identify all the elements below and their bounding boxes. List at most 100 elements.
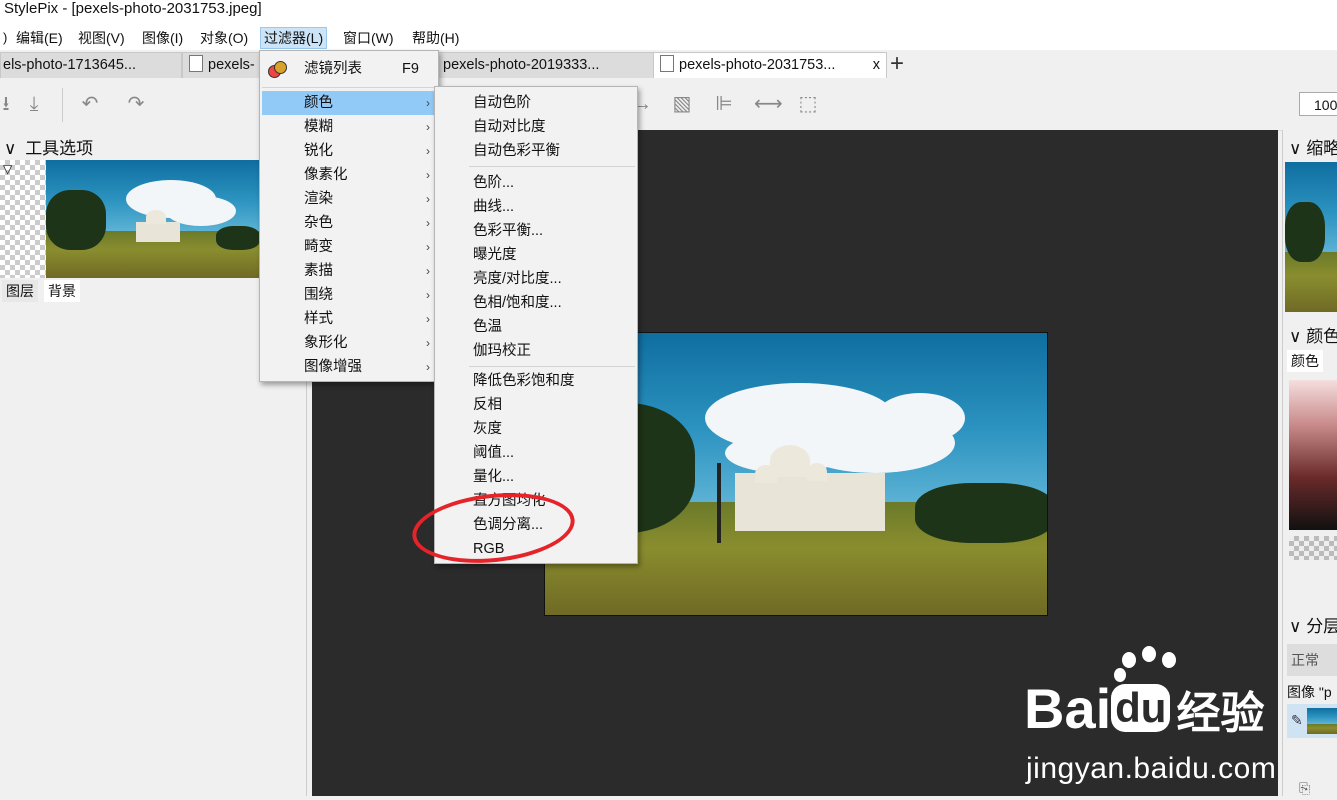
submenu-arrow-icon: › xyxy=(426,96,430,110)
new-layer-icon[interactable]: ⎘ xyxy=(1299,780,1310,797)
tab-document-3[interactable]: pexels-photo-2019333... xyxy=(436,52,658,79)
submenu-item-hue-saturation[interactable]: 色相/饱和度... xyxy=(437,291,635,315)
collapse-chevron-icon[interactable]: ∨ xyxy=(1289,139,1301,158)
submenu-arrow-icon: › xyxy=(426,192,430,206)
submenu-arrow-icon: › xyxy=(426,216,430,230)
add-tab-icon[interactable]: + xyxy=(890,52,904,76)
redo-icon[interactable]: ↷ xyxy=(124,92,148,116)
submenu-item-threshold[interactable]: 阈值... xyxy=(437,441,635,465)
submenu-arrow-icon: › xyxy=(426,240,430,254)
layer-row[interactable]: ✎ xyxy=(1287,704,1337,738)
tab-close-icon[interactable]: x xyxy=(873,53,880,77)
shortcut-label: F9 xyxy=(402,61,419,77)
open-icon[interactable]: ⭳ xyxy=(0,92,18,116)
filter-dropdown-icon[interactable]: ▽ xyxy=(3,162,12,176)
save-icon[interactable]: ⤓ xyxy=(22,92,46,116)
menu-item-noise[interactable]: 杂色 › xyxy=(262,211,436,235)
collapse-chevron-icon[interactable]: ∨ xyxy=(1289,617,1301,636)
submenu-item-color-balance[interactable]: 色彩平衡... xyxy=(437,219,635,243)
tab-label: pexels-photo-2031753... xyxy=(679,57,836,73)
color-balls-icon xyxy=(268,61,287,79)
submenu-arrow-icon: › xyxy=(426,312,430,326)
menu-window[interactable]: 窗口(W) xyxy=(340,28,397,48)
menu-filter[interactable]: 过滤器(L) xyxy=(260,27,328,49)
submenu-arrow-icon: › xyxy=(426,120,430,134)
menu-object[interactable]: 对象(O) xyxy=(197,28,251,48)
menu-item-distort[interactable]: 畸变 › xyxy=(262,235,436,259)
submenu-item-gamma[interactable]: 伽玛校正 xyxy=(437,339,635,363)
panel-header[interactable]: ∨ 工具选项 xyxy=(4,134,93,159)
brush-icon: ✎ xyxy=(1291,712,1303,728)
panel-title: 工具选项 xyxy=(25,139,94,158)
menu-edit[interactable]: 编辑(E) xyxy=(13,28,66,48)
menu-item-pixelate[interactable]: 像素化 › xyxy=(262,163,436,187)
menu-item-render[interactable]: 渲染 › xyxy=(262,187,436,211)
app-icon[interactable]: ) xyxy=(0,28,10,48)
menu-item-sketch[interactable]: 素描 › xyxy=(262,259,436,283)
blend-mode-select[interactable]: 正常 xyxy=(1287,644,1337,676)
watermark-url: jingyan.baidu.com xyxy=(1026,752,1277,785)
tab-background[interactable]: 背景 xyxy=(44,280,80,302)
submenu-item-exposure[interactable]: 曝光度 xyxy=(437,243,635,267)
menu-item-enhance[interactable]: 图像增强 › xyxy=(262,355,436,379)
color-swatch[interactable] xyxy=(1289,536,1337,560)
layer-stack-icon[interactable]: ▧ xyxy=(670,92,694,116)
window-title: StylePix - [pexels-photo-2031753.jpeg] xyxy=(4,0,262,17)
watermark-brand-du: du xyxy=(1111,684,1171,732)
baidu-watermark: Baidu 经验 jingyan.baidu.com xyxy=(1024,646,1277,800)
tab-label: pexels- xyxy=(208,57,255,73)
submenu-arrow-icon: › xyxy=(426,168,430,182)
layers-panel-header[interactable]: ∨ 分层 xyxy=(1289,612,1337,637)
collapse-chevron-icon[interactable]: ∨ xyxy=(1289,327,1301,346)
submenu-item-curves[interactable]: 曲线... xyxy=(437,195,635,219)
submenu-item-levels[interactable]: 色阶... xyxy=(437,171,635,195)
transparent-layer-thumb xyxy=(0,160,46,278)
submenu-arrow-icon: › xyxy=(426,288,430,302)
tab-document-2[interactable]: pexels- xyxy=(182,52,260,79)
submenu-item-quantize[interactable]: 量化... xyxy=(437,465,635,489)
submenu-arrow-icon: › xyxy=(426,144,430,158)
submenu-item-grayscale[interactable]: 灰度 xyxy=(437,417,635,441)
menu-view[interactable]: 视图(V) xyxy=(75,28,128,48)
document-icon xyxy=(189,55,203,72)
undo-icon[interactable]: ↶ xyxy=(78,92,102,116)
tab-document-current[interactable]: pexels-photo-2031753... x xyxy=(653,52,887,79)
thumbnail-panel-header[interactable]: ∨ 缩略 xyxy=(1289,134,1337,159)
layer-thumb xyxy=(1307,708,1337,734)
tab-label: pexels-photo-2019333... xyxy=(443,57,600,73)
tab-layers[interactable]: 图层 xyxy=(2,280,38,302)
menu-item-sharpen[interactable]: 锐化 › xyxy=(262,139,436,163)
color-picker-field[interactable] xyxy=(1289,380,1337,530)
submenu-arrow-icon: › xyxy=(426,336,430,350)
submenu-item-auto-color-balance[interactable]: 自动色彩平衡 xyxy=(437,139,635,163)
tab-document-1[interactable]: els-photo-1713645... xyxy=(0,52,182,79)
submenu-item-brightness-contrast[interactable]: 亮度/对比度... xyxy=(437,267,635,291)
submenu-item-auto-levels[interactable]: 自动色阶 xyxy=(437,91,635,115)
tab-color[interactable]: 颜色 xyxy=(1287,350,1323,372)
menu-item-wrap[interactable]: 围绕 › xyxy=(262,283,436,307)
zoom-input[interactable]: 100 xyxy=(1299,92,1337,116)
menu-item-color[interactable]: 颜色 › xyxy=(262,91,436,115)
crop-canvas-icon[interactable]: ⬚ xyxy=(796,92,820,116)
submenu-item-auto-contrast[interactable]: 自动对比度 xyxy=(437,115,635,139)
menu-item-blur[interactable]: 模糊 › xyxy=(262,115,436,139)
color-panel-header[interactable]: ∨ 颜色 xyxy=(1289,322,1337,347)
menu-item-style[interactable]: 样式 › xyxy=(262,307,436,331)
distribute-icon[interactable]: ⟷ xyxy=(754,92,783,116)
layers-panel-title: 分层 xyxy=(1306,617,1337,636)
submenu-item-desaturate[interactable]: 降低色彩饱和度 xyxy=(437,369,635,393)
color-submenu: 自动色阶 自动对比度 自动色彩平衡 色阶... 曲线... 色彩平衡... 曝光… xyxy=(434,86,638,564)
submenu-item-invert[interactable]: 反相 xyxy=(437,393,635,417)
menu-item-filter-list[interactable]: 滤镜列表 F9 xyxy=(262,57,436,81)
watermark-site: 经验 xyxy=(1176,689,1265,738)
collapse-chevron-icon[interactable]: ∨ xyxy=(4,139,16,158)
toolbar-divider xyxy=(62,88,63,122)
submenu-item-color-temperature[interactable]: 色温 xyxy=(437,315,635,339)
menu-image[interactable]: 图像(I) xyxy=(139,28,186,48)
align-left-icon[interactable]: ⊫ xyxy=(712,92,736,116)
document-icon xyxy=(660,55,674,72)
menu-bar: ) 编辑(E) 视图(V) 图像(I) 对象(O) 过滤器(L) 窗口(W) 帮… xyxy=(0,26,1337,50)
menu-help[interactable]: 帮助(H) xyxy=(409,28,462,48)
navigator-thumbnail[interactable] xyxy=(1285,162,1337,312)
menu-item-pictorialize[interactable]: 象形化 › xyxy=(262,331,436,355)
